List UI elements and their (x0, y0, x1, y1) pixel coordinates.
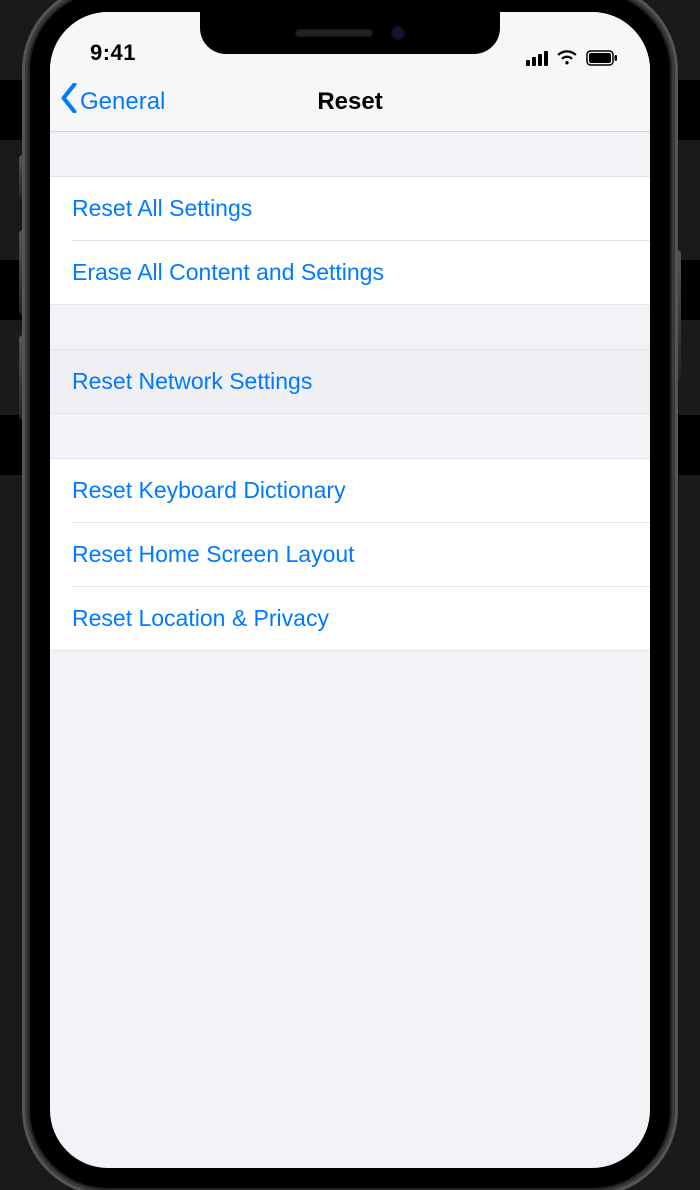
notch (200, 12, 500, 54)
section-other-resets: Reset Keyboard Dictionary Reset Home Scr… (50, 458, 650, 651)
row-reset-network-settings[interactable]: Reset Network Settings (50, 350, 650, 413)
row-reset-keyboard-dictionary[interactable]: Reset Keyboard Dictionary (50, 459, 650, 522)
row-reset-home-screen-layout[interactable]: Reset Home Screen Layout (50, 523, 650, 586)
section-gap (50, 414, 650, 458)
settings-table: Reset All Settings Erase All Content and… (50, 132, 650, 651)
phone-frame: 9:41 General Reset (28, 0, 672, 1190)
speaker-grille (295, 29, 373, 37)
status-time: 9:41 (90, 40, 136, 66)
phone-power-button (671, 250, 681, 380)
section-gap (50, 305, 650, 349)
section-gap (50, 132, 650, 176)
chevron-left-icon (60, 83, 78, 120)
status-icons (526, 50, 618, 66)
row-reset-location-privacy[interactable]: Reset Location & Privacy (50, 587, 650, 650)
section-network: Reset Network Settings (50, 349, 650, 414)
row-erase-all-content[interactable]: Erase All Content and Settings (50, 241, 650, 304)
wifi-icon (556, 50, 578, 66)
back-button[interactable]: General (50, 83, 165, 120)
front-camera (391, 26, 405, 40)
screen: 9:41 General Reset (50, 12, 650, 1168)
battery-icon (586, 50, 618, 66)
back-label: General (80, 88, 165, 116)
section-reset-erase: Reset All Settings Erase All Content and… (50, 176, 650, 305)
cellular-signal-icon (526, 51, 548, 66)
row-reset-all-settings[interactable]: Reset All Settings (50, 177, 650, 240)
nav-bar: General Reset (50, 72, 650, 132)
